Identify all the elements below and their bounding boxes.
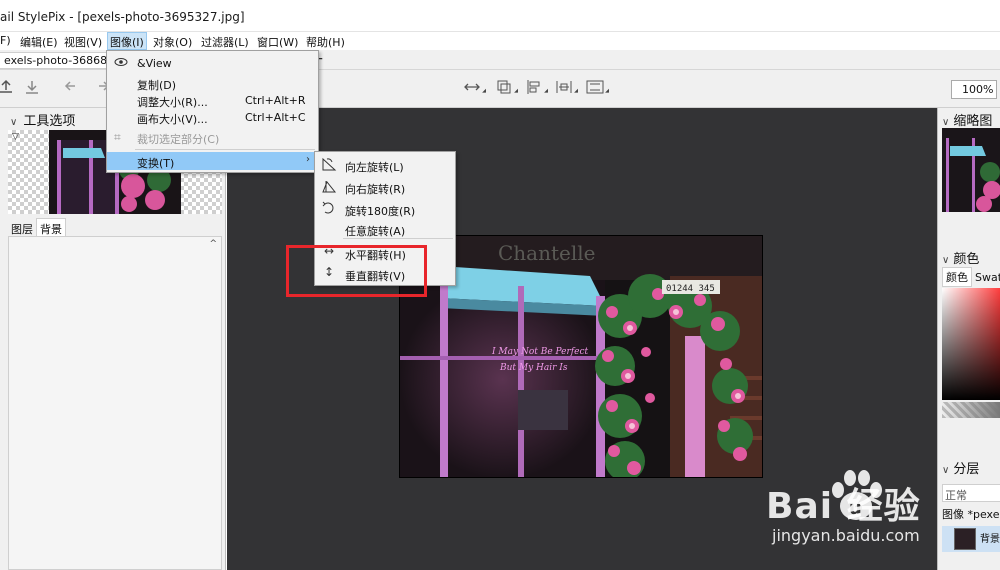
eye-icon: [114, 56, 128, 71]
tool-options-title: 工具选项: [23, 114, 76, 129]
menu-item-crop-selection[interactable]: ⌗ 裁切选定部分(C): [107, 128, 318, 146]
flip-horizontal-icon[interactable]: ◢: [462, 78, 486, 98]
menu-item-label: 变换(T): [137, 157, 175, 170]
watermark-url: jingyan.baidu.com: [772, 526, 920, 545]
download-icon[interactable]: [22, 78, 42, 98]
menu-separator: [343, 238, 453, 239]
triangle-icon[interactable]: ▽: [12, 132, 19, 142]
color-tabs: 颜色 Swat: [942, 267, 1000, 287]
menu-file[interactable]: F): [0, 34, 11, 47]
chevron-up-icon[interactable]: ^: [209, 239, 217, 249]
menu-item-rotate-left[interactable]: 向左旋转(L): [315, 154, 455, 174]
neon-line-2: But My Hair Is: [499, 363, 568, 373]
menu-help[interactable]: 帮助(H): [306, 34, 345, 50]
upload-icon[interactable]: [0, 78, 16, 98]
submenu-arrow-icon: ›: [306, 154, 310, 165]
tool-options-header[interactable]: ∨ 工具选项: [10, 110, 75, 129]
thumbnail-header[interactable]: ∨ 缩略图: [942, 110, 992, 129]
canvas-size-icon[interactable]: ◢: [585, 78, 609, 98]
navigator-thumbnail[interactable]: [942, 128, 1000, 212]
chevron-down-icon: ∨: [942, 117, 950, 128]
neon-line-1: I May Not Be Perfect: [491, 347, 588, 357]
menu-item-label: &View: [137, 57, 172, 70]
menu-bar: F) 编辑(E) 视图(V) 图像(I) 对象(O) 过滤器(L) 窗口(W) …: [0, 32, 1000, 50]
window-title: ail StylePix - [pexels-photo-3695327.jpg…: [0, 10, 245, 24]
layer-tabs: 图层 背景: [8, 218, 66, 239]
menu-item-label: 裁切选定部分(C): [137, 133, 220, 146]
menu-item-transform[interactable]: 变换(T) ›: [107, 152, 318, 170]
menu-item-shortcut: Ctrl+Alt+R: [245, 94, 306, 107]
rotate-180-icon: [320, 200, 338, 216]
chevron-down-icon: ∨: [10, 117, 18, 128]
watermark-brand: Bai 经验: [766, 486, 921, 527]
align-left-icon[interactable]: ◢: [524, 78, 548, 98]
color-title: 颜色: [953, 252, 980, 267]
menu-item-label: 画布大小(V)...: [137, 113, 208, 126]
menu-image[interactable]: 图像(I): [107, 32, 147, 50]
menu-item-rotate-right[interactable]: 向右旋转(R): [315, 176, 455, 196]
rotate-right-icon: [320, 178, 338, 194]
crop-icon[interactable]: ◢: [494, 78, 518, 98]
menu-separator: [135, 149, 315, 150]
zoom-input[interactable]: 100%: [951, 80, 997, 99]
image-menu: &View 复制(D) 调整大小(R)... Ctrl+Alt+R 画布大小(V…: [106, 50, 319, 173]
menu-filter[interactable]: 过滤器(L): [201, 34, 249, 50]
menu-item-label: 旋转180度(R): [345, 205, 416, 218]
crop-icon: ⌗: [114, 130, 121, 144]
thumbnail-title: 缩略图: [953, 114, 993, 129]
alpha-slider[interactable]: [942, 402, 1000, 418]
menu-view[interactable]: 视图(V): [64, 34, 102, 50]
title-bar: ail StylePix - [pexels-photo-3695327.jpg…: [0, 0, 1000, 32]
undo-icon[interactable]: [62, 78, 82, 98]
shop-sign-text: Chantelle: [498, 241, 596, 265]
chevron-down-icon: ∨: [942, 255, 950, 266]
left-panel: ∨ 工具选项 ▽ 图层 背景 ^: [0, 108, 226, 570]
menu-edit[interactable]: 编辑(E): [20, 34, 58, 50]
shop-number-text: 01244 345: [666, 284, 715, 294]
tab-swatches[interactable]: Swat: [972, 270, 1000, 285]
menu-item-label: 向左旋转(L): [345, 161, 404, 174]
menu-item-label: 任意旋转(A): [345, 225, 406, 238]
color-header[interactable]: ∨ 颜色: [942, 248, 979, 267]
menu-object[interactable]: 对象(O): [153, 34, 192, 50]
menu-item-free-rotate[interactable]: 任意旋转(A): [315, 218, 455, 238]
layers-list[interactable]: ^: [8, 236, 222, 570]
tab-color[interactable]: 颜色: [942, 267, 972, 287]
distribute-icon[interactable]: ◢: [554, 78, 578, 98]
rotate-left-icon: [320, 156, 338, 172]
menu-item-shortcut: Ctrl+Alt+C: [245, 111, 306, 124]
annotation-highlight-box: [286, 245, 427, 297]
menu-item-view[interactable]: &View: [107, 54, 318, 72]
baidu-watermark: u Bai 经验 jingyan.baidu.com: [764, 462, 1000, 570]
menu-item-resize[interactable]: 调整大小(R)... Ctrl+Alt+R: [107, 91, 318, 109]
color-picker-area[interactable]: [942, 288, 1000, 400]
menu-item-canvas-size[interactable]: 画布大小(V)... Ctrl+Alt+C: [107, 108, 318, 126]
menu-item-label: 向右旋转(R): [345, 183, 406, 196]
menu-item-rotate-180[interactable]: 旋转180度(R): [315, 198, 455, 218]
menu-window[interactable]: 窗口(W): [257, 34, 298, 50]
menu-item-duplicate[interactable]: 复制(D): [107, 74, 318, 92]
